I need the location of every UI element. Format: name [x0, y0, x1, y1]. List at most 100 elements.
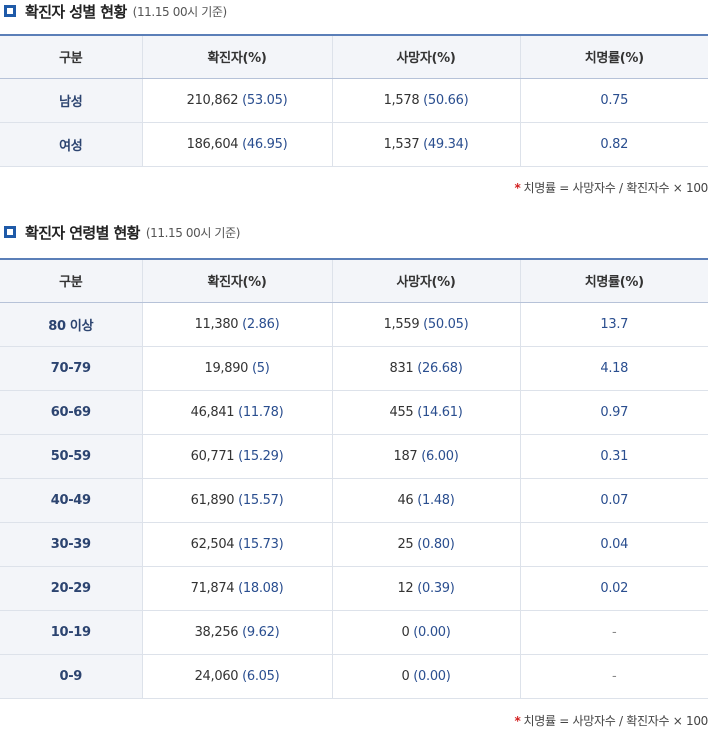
fatality-rate-value: 0.82 — [600, 136, 629, 152]
header-category: 구분 — [0, 258, 142, 303]
fatality-rate-value: 13.7 — [600, 316, 629, 332]
row-label: 남성 — [0, 78, 142, 123]
deaths-percent: (50.66) — [423, 92, 469, 108]
deaths-percent: (0.00) — [413, 668, 451, 684]
header-cases: 확진자(%) — [141, 34, 332, 79]
cases-cell: 71,874 (18.08) — [141, 566, 332, 611]
fatality-rate-cell: - — [519, 610, 708, 655]
fatality-rate-value: 0.02 — [600, 580, 629, 596]
table-row: 60-69 46,841 (11.78) 455 (14.61) 0.97 — [0, 390, 708, 435]
deaths-percent: (26.68) — [417, 360, 463, 376]
deaths-percent: (0.39) — [417, 580, 455, 596]
row-label: 40-49 — [0, 478, 142, 523]
deaths-value: 25 — [397, 536, 414, 552]
age-title-text: 확진자 연령별 현황 — [25, 223, 140, 242]
table-row: 50-59 60,771 (15.29) 187 (6.00) 0.31 — [0, 434, 708, 479]
deaths-value: 831 — [389, 360, 414, 376]
deaths-value: 1,559 — [383, 316, 420, 332]
deaths-cell: 1,559 (50.05) — [331, 302, 520, 347]
square-bullet-icon — [4, 226, 16, 238]
table-row: 남성 210,862 (53.05) 1,578 (50.66) 0.75 — [0, 78, 708, 123]
fatality-rate-cell: - — [519, 654, 708, 699]
fatality-rate-cell: 4.18 — [519, 346, 708, 391]
table-row: 여성 186,604 (46.95) 1,537 (49.34) 0.82 — [0, 122, 708, 167]
age-section-title: 확진자 연령별 현황 (11.15 00시 기준) — [0, 221, 240, 243]
deaths-value: 0 — [401, 668, 410, 684]
header-deaths: 사망자(%) — [331, 34, 520, 79]
deaths-value: 12 — [397, 580, 414, 596]
table-row: 0-9 24,060 (6.05) 0 (0.00) - — [0, 654, 708, 699]
cases-percent: (11.78) — [238, 404, 284, 420]
header-category: 구분 — [0, 34, 142, 79]
age-footnote: * 치명률 = 사망자수 / 확진자수 × 100 — [0, 712, 709, 729]
deaths-cell: 0 (0.00) — [331, 654, 520, 699]
cases-value: 60,771 — [190, 448, 235, 464]
age-table: 구분 확진자(%) 사망자(%) 치명률(%) 80 이상 11,380 (2.8… — [0, 258, 708, 699]
deaths-percent: (0.00) — [413, 624, 451, 640]
cases-percent: (15.57) — [238, 492, 284, 508]
deaths-cell: 455 (14.61) — [331, 390, 520, 435]
table-row: 40-49 61,890 (15.57) 46 (1.48) 0.07 — [0, 478, 708, 523]
row-label: 20-29 — [0, 566, 142, 611]
cases-cell: 60,771 (15.29) — [141, 434, 332, 479]
cases-value: 38,256 — [194, 624, 239, 640]
cases-percent: (53.05) — [242, 92, 288, 108]
cases-value: 46,841 — [190, 404, 235, 420]
deaths-percent: (14.61) — [417, 404, 463, 420]
footnote-star: * — [514, 714, 521, 728]
table-row: 20-29 71,874 (18.08) 12 (0.39) 0.02 — [0, 566, 708, 611]
age-table-header: 구분 확진자(%) 사망자(%) 치명률(%) — [0, 258, 708, 303]
footnote-text: 치명률 = 사망자수 / 확진자수 × 100 — [523, 714, 709, 728]
table-row: 10-19 38,256 (9.62) 0 (0.00) - — [0, 610, 708, 655]
deaths-value: 1,537 — [383, 136, 420, 152]
fatality-rate-cell: 0.75 — [519, 78, 708, 123]
fatality-rate-cell: 0.31 — [519, 434, 708, 479]
cases-percent: (2.86) — [242, 316, 280, 332]
fatality-rate-value: 4.18 — [600, 360, 629, 376]
gender-title-text: 확진자 성별 현황 — [25, 2, 127, 21]
fatality-rate-cell: 0.02 — [519, 566, 708, 611]
footnote-text: 치명률 = 사망자수 / 확진자수 × 100 — [523, 181, 709, 195]
row-label: 70-79 — [0, 346, 142, 391]
row-label: 0-9 — [0, 654, 142, 699]
deaths-percent: (49.34) — [423, 136, 469, 152]
deaths-value: 1,578 — [383, 92, 420, 108]
fatality-rate-value: - — [612, 624, 617, 640]
cases-value: 24,060 — [194, 668, 239, 684]
fatality-rate-cell: 0.07 — [519, 478, 708, 523]
row-label: 60-69 — [0, 390, 142, 435]
deaths-cell: 46 (1.48) — [331, 478, 520, 523]
table-row: 70-79 19,890 (5) 831 (26.68) 4.18 — [0, 346, 708, 391]
deaths-value: 0 — [401, 624, 410, 640]
fatality-rate-cell: 0.04 — [519, 522, 708, 567]
row-label: 여성 — [0, 122, 142, 167]
header-fatality-rate: 치명률(%) — [519, 258, 708, 303]
cases-cell: 62,504 (15.73) — [141, 522, 332, 567]
cases-cell: 210,862 (53.05) — [141, 78, 332, 123]
cases-cell: 19,890 (5) — [141, 346, 332, 391]
age-title-note: (11.15 00시 기준) — [145, 225, 241, 240]
cases-value: 62,504 — [190, 536, 235, 552]
fatality-rate-value: 0.07 — [600, 492, 629, 508]
fatality-rate-value: 0.04 — [600, 536, 629, 552]
gender-section-title: 확진자 성별 현황 (11.15 00시 기준) — [0, 0, 227, 22]
cases-cell: 11,380 (2.86) — [141, 302, 332, 347]
deaths-percent: (6.00) — [421, 448, 459, 464]
header-cases: 확진자(%) — [141, 258, 332, 303]
cases-percent: (46.95) — [242, 136, 288, 152]
row-label: 10-19 — [0, 610, 142, 655]
cases-percent: (5) — [252, 360, 270, 376]
fatality-rate-value: 0.75 — [600, 92, 629, 108]
cases-value: 186,604 — [186, 136, 239, 152]
gender-table: 구분 확진자(%) 사망자(%) 치명률(%) 남성 210,862 (53.05… — [0, 34, 708, 167]
cases-cell: 61,890 (15.57) — [141, 478, 332, 523]
cases-cell: 46,841 (11.78) — [141, 390, 332, 435]
cases-cell: 186,604 (46.95) — [141, 122, 332, 167]
gender-title-note: (11.15 00시 기준) — [132, 4, 228, 19]
fatality-rate-value: 0.97 — [600, 404, 629, 420]
cases-value: 61,890 — [190, 492, 235, 508]
deaths-value: 46 — [397, 492, 414, 508]
fatality-rate-cell: 0.82 — [519, 122, 708, 167]
row-label: 50-59 — [0, 434, 142, 479]
gender-footnote: * 치명률 = 사망자수 / 확진자수 × 100 — [0, 179, 709, 196]
